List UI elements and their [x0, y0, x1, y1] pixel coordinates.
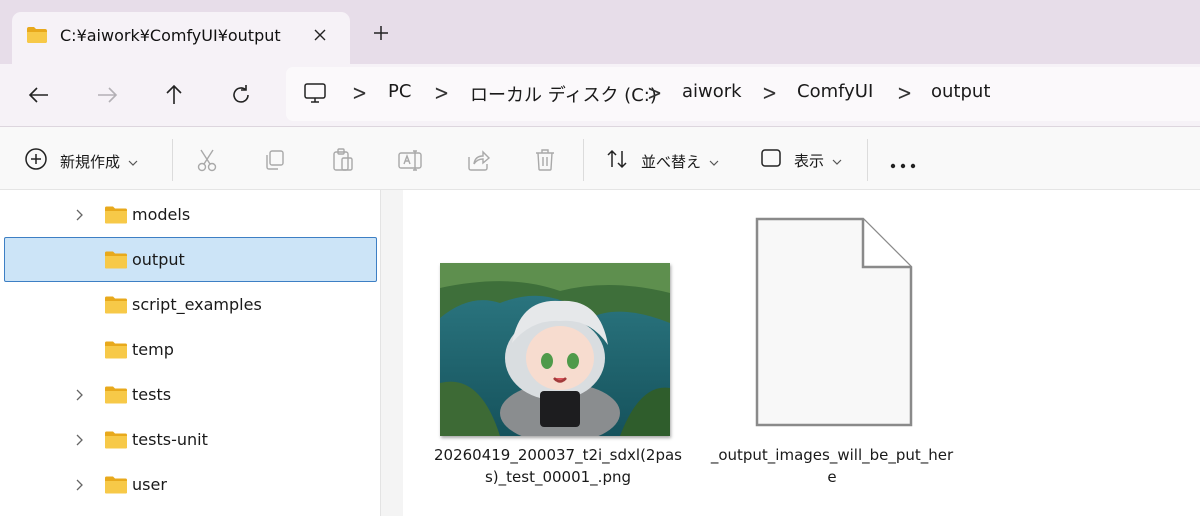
chevron-right-icon[interactable]: >	[352, 81, 367, 106]
tree-item-label: tests	[132, 385, 172, 404]
tab-title: C:¥aiwork¥ComfyUI¥output	[60, 26, 281, 45]
rename-icon[interactable]	[397, 147, 423, 177]
pc-monitor-icon[interactable]	[302, 80, 328, 110]
breadcrumb-local-disk[interactable]: ローカル ディスク (C:)	[470, 81, 657, 107]
breadcrumb-aiwork[interactable]: aiwork	[682, 81, 742, 102]
tree-item-user[interactable]: user	[4, 462, 377, 507]
chevron-right-icon[interactable]	[74, 432, 84, 451]
copy-icon[interactable]	[262, 147, 288, 177]
toolbar-divider	[172, 139, 173, 181]
sort-button[interactable]: 並べ替え	[605, 147, 719, 175]
tree-item-label: temp	[132, 340, 174, 359]
trash-icon[interactable]	[532, 147, 558, 177]
forward-arrow-icon[interactable]	[92, 80, 122, 110]
tree-item-label: models	[132, 205, 191, 224]
plus-circle-icon	[24, 147, 48, 175]
chevron-down-icon	[709, 152, 719, 171]
command-bar: 新規作成 並べ替え 表示	[0, 126, 1200, 190]
folder-icon	[104, 431, 128, 453]
folder-icon	[104, 251, 128, 273]
tree-item-models[interactable]: models	[4, 192, 377, 237]
file-name: _output_images_will_be_put_her e	[710, 446, 954, 486]
navigation-bar: > PC > ローカル ディスク (C:) > aiwork > ComfyUI…	[0, 64, 1200, 126]
toolbar-divider	[583, 139, 584, 181]
breadcrumb-pc[interactable]: PC	[388, 81, 411, 102]
sort-button-label: 並べ替え	[641, 152, 702, 171]
chevron-right-icon[interactable]: >	[897, 81, 912, 106]
new-button-label: 新規作成	[60, 152, 121, 171]
tree-item-tests[interactable]: tests	[4, 372, 377, 417]
folder-icon	[104, 206, 128, 228]
folder-icon	[104, 296, 128, 318]
active-tab[interactable]: C:¥aiwork¥ComfyUI¥output	[12, 12, 350, 64]
folder-icon	[104, 341, 128, 363]
document-icon[interactable]	[753, 217, 915, 433]
folder-icon	[26, 26, 48, 48]
view-layout-icon	[760, 147, 782, 173]
folder-icon	[104, 386, 128, 408]
image-thumbnail[interactable]	[440, 263, 670, 436]
breadcrumb-output[interactable]: output	[931, 81, 990, 102]
chevron-right-icon[interactable]	[74, 477, 84, 496]
tree-item-label: user	[132, 475, 167, 494]
tree-item-script-examples[interactable]: script_examples	[4, 282, 377, 327]
refresh-icon[interactable]	[226, 80, 256, 110]
paste-icon[interactable]	[330, 147, 356, 177]
tree-item-label: output	[132, 250, 185, 269]
chevron-right-icon[interactable]: >	[434, 81, 449, 106]
new-button[interactable]: 新規作成	[24, 147, 138, 175]
file-name: 20260419_200037_t2i_sdxl(2pas s)_test_00…	[433, 446, 682, 486]
chevron-down-icon	[128, 152, 138, 171]
more-options-icon[interactable]	[890, 155, 916, 174]
toolbar-divider	[867, 139, 868, 181]
back-arrow-icon[interactable]	[24, 80, 54, 110]
chevron-right-icon[interactable]: >	[647, 81, 662, 106]
pane-splitter[interactable]	[381, 190, 403, 516]
up-arrow-icon[interactable]	[159, 80, 189, 110]
new-tab-plus-icon[interactable]	[370, 22, 392, 44]
file-list: 20260419_200037_t2i_sdxl(2pas s)_test_00…	[403, 190, 1200, 516]
tree-item-output[interactable]: output	[4, 237, 377, 282]
close-icon[interactable]	[310, 25, 330, 45]
view-button-label: 表示	[794, 151, 825, 170]
title-bar: C:¥aiwork¥ComfyUI¥output	[0, 0, 1200, 64]
chevron-right-icon[interactable]	[74, 387, 84, 406]
tree-item-tests-unit[interactable]: tests-unit	[4, 417, 377, 462]
chevron-right-icon[interactable]: >	[762, 81, 777, 106]
navigation-pane: models output script_examples temp tests…	[0, 190, 381, 516]
share-icon[interactable]	[465, 147, 491, 177]
tree-item-label: tests-unit	[132, 430, 208, 449]
sort-arrows-icon	[605, 147, 631, 175]
cut-icon[interactable]	[194, 147, 220, 177]
address-bar[interactable]: > PC > ローカル ディスク (C:) > aiwork > ComfyUI…	[286, 67, 1200, 121]
folder-icon	[104, 476, 128, 498]
tree-item-temp[interactable]: temp	[4, 327, 377, 372]
chevron-right-icon[interactable]	[74, 207, 84, 226]
view-button[interactable]: 表示	[760, 147, 842, 173]
tree-item-label: script_examples	[132, 295, 262, 314]
breadcrumb-comfyui[interactable]: ComfyUI	[797, 81, 873, 102]
chevron-down-icon	[832, 151, 842, 170]
